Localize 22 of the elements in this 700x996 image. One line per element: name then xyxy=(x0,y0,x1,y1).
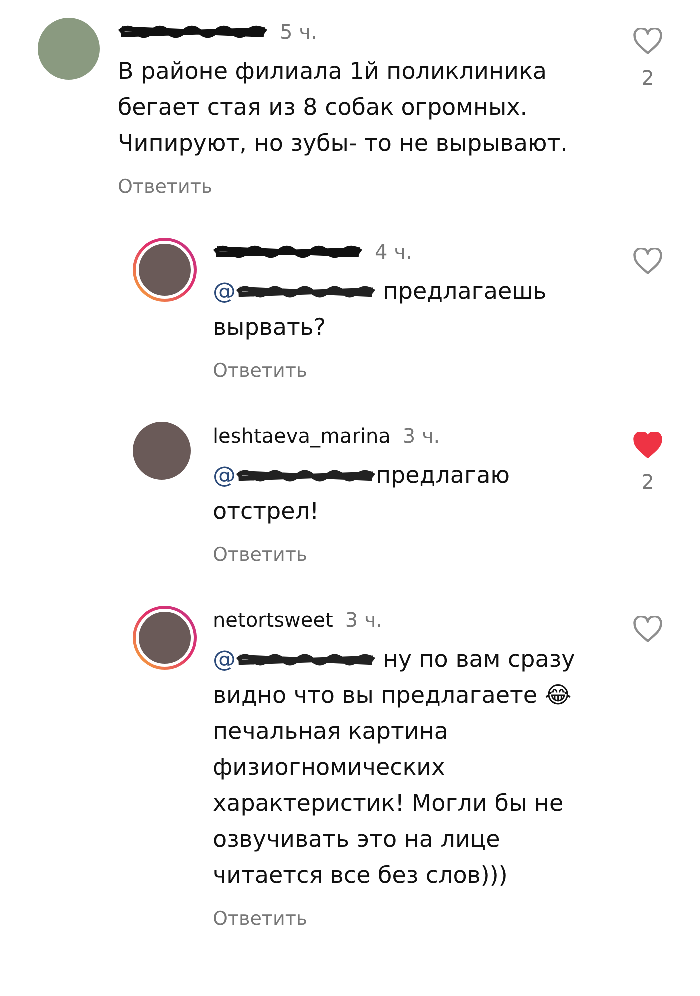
filled-heart-icon[interactable] xyxy=(633,432,663,460)
heart-icon[interactable] xyxy=(633,616,663,644)
comment-text: @ предлагаешь вырвать? xyxy=(213,278,548,343)
like-count: 2 xyxy=(642,66,654,90)
heart-icon[interactable] xyxy=(633,248,663,276)
username[interactable]: netortsweet xyxy=(213,608,334,632)
reply-link[interactable]: Ответить xyxy=(213,908,308,930)
heart-icon[interactable] xyxy=(633,28,663,56)
avatar xyxy=(136,241,194,299)
username[interactable]: leshtaeva_marina xyxy=(213,424,391,448)
reply-link[interactable]: Ответить xyxy=(213,360,308,382)
comment-time: 3 ч. xyxy=(345,608,383,632)
reply-link[interactable]: Ответить xyxy=(118,176,213,198)
avatar xyxy=(136,609,194,667)
comment-text: В районе филиала 1й поликлиника бегает стая из 8 собак огромных. Чипируют, но зубы- то не вырывают. xyxy=(118,58,569,159)
comment-text: @ предлагаю отстрел! xyxy=(213,462,512,527)
comment-time: 5 ч. xyxy=(280,20,318,44)
comment-time: 3 ч. xyxy=(402,424,440,448)
comment-time: 4 ч. xyxy=(375,240,412,264)
reply-link[interactable]: Ответить xyxy=(213,544,308,566)
like-count: 2 xyxy=(642,470,654,494)
comment-text: @ ну по вам сразу видно что вы предлагаете 😂 печальная картина физиогномических характеристик! Могли бы не озвучивать это на лице читается все без слов))) xyxy=(213,646,576,891)
